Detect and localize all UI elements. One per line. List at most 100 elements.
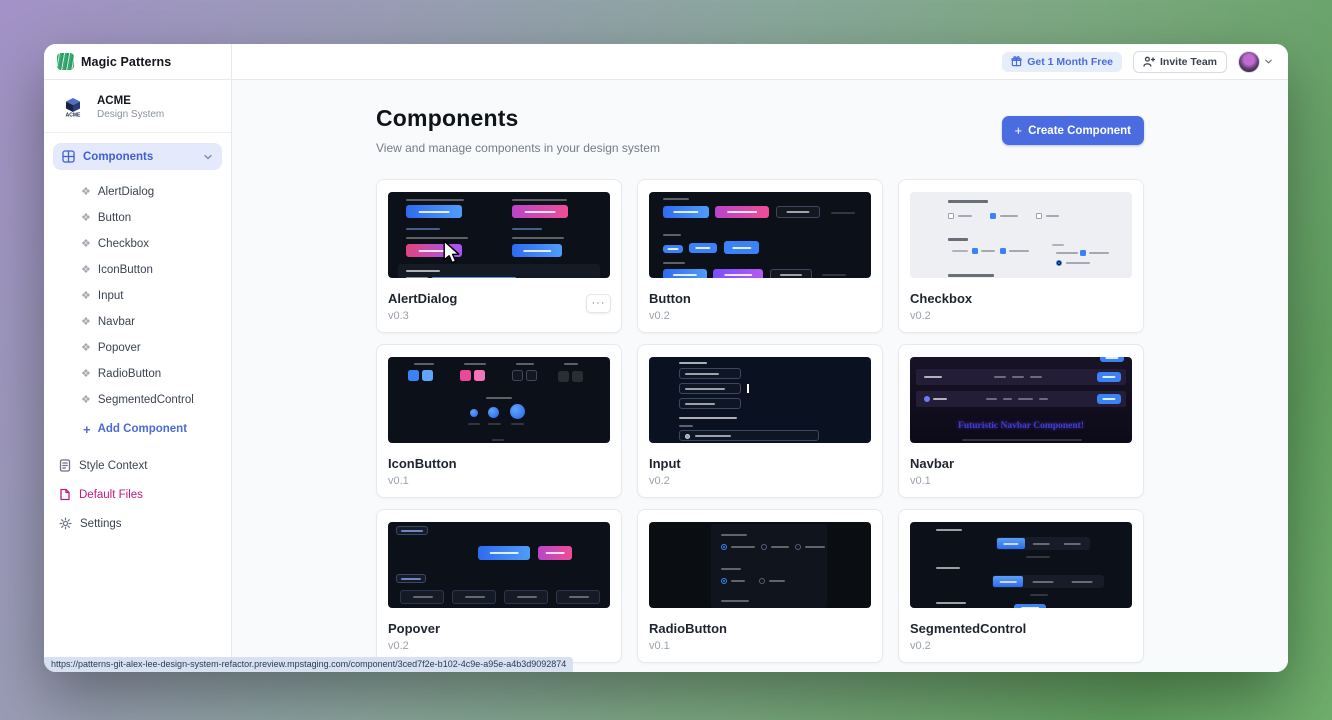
sidebar-item-label: Navbar bbox=[98, 316, 135, 328]
sidebar-item-radiobutton[interactable]: ❖ RadioButton bbox=[44, 361, 231, 387]
sidebar-section-components[interactable]: Components bbox=[53, 143, 222, 170]
sidebar-item-label: AlertDialog bbox=[98, 186, 154, 198]
sidebar-item-label: Input bbox=[98, 290, 124, 302]
card-version: v0.1 bbox=[649, 640, 871, 652]
sidebar-item-alertdialog[interactable]: ❖ AlertDialog bbox=[44, 179, 231, 205]
sidebar-item-label: IconButton bbox=[98, 264, 153, 276]
component-icon: ❖ bbox=[81, 239, 91, 250]
popover-thumbnail bbox=[388, 522, 610, 608]
page-title: Components bbox=[376, 105, 660, 132]
card-version: v0.2 bbox=[649, 475, 871, 487]
card-menu-button[interactable]: ··· bbox=[586, 294, 611, 313]
component-icon: ❖ bbox=[81, 395, 91, 406]
brand-area: Magic Patterns bbox=[44, 44, 232, 79]
card-iconbutton[interactable]: IconButton v0.1 bbox=[376, 344, 622, 498]
app-window: Magic Patterns Get 1 Month Free Invite T… bbox=[44, 44, 1288, 672]
plus-icon: + bbox=[83, 422, 91, 437]
top-bar: Magic Patterns Get 1 Month Free Invite T… bbox=[44, 44, 1288, 80]
workspace-subtitle: Design System bbox=[97, 109, 164, 120]
sidebar-item-label: Button bbox=[98, 212, 131, 224]
sidebar-item-style-context[interactable]: Style Context bbox=[44, 451, 231, 480]
create-component-label: Create Component bbox=[1028, 125, 1131, 137]
sidebar-item-iconbutton[interactable]: ❖ IconButton bbox=[44, 257, 231, 283]
sidebar-item-button[interactable]: ❖ Button bbox=[44, 205, 231, 231]
get-month-free-button[interactable]: Get 1 Month Free bbox=[1002, 52, 1122, 72]
card-button[interactable]: Button v0.2 bbox=[637, 179, 883, 333]
card-version: v0.1 bbox=[910, 475, 1132, 487]
sidebar: ACME ACME Design System Components bbox=[44, 80, 232, 672]
component-icon: ❖ bbox=[81, 213, 91, 224]
account-menu[interactable] bbox=[1238, 51, 1273, 73]
invite-team-label: Invite Team bbox=[1160, 56, 1217, 68]
card-radiobutton[interactable]: RadioButton v0.1 bbox=[637, 509, 883, 663]
sidebar-item-segmentedcontrol[interactable]: ❖ SegmentedControl bbox=[44, 387, 231, 413]
card-version: v0.2 bbox=[910, 310, 1132, 322]
component-grid: AlertDialog v0.3 ··· bbox=[376, 179, 1144, 663]
workspace-switcher[interactable]: ACME ACME Design System bbox=[44, 90, 231, 132]
gear-icon bbox=[59, 517, 72, 530]
svg-text:ACME: ACME bbox=[66, 113, 81, 118]
alertdialog-thumbnail bbox=[388, 192, 610, 278]
sidebar-item-input[interactable]: ❖ Input bbox=[44, 283, 231, 309]
card-alertdialog[interactable]: AlertDialog v0.3 ··· bbox=[376, 179, 622, 333]
card-name: Button bbox=[649, 291, 871, 306]
status-url-bar: https://patterns-git-alex-lee-design-sys… bbox=[44, 657, 573, 672]
sidebar-item-popover[interactable]: ❖Popover bbox=[44, 335, 231, 361]
navbar-thumb-caption: Futuristic Navbar Component! bbox=[910, 421, 1132, 431]
add-component-button[interactable]: + Add Component bbox=[44, 415, 231, 443]
brand-name: Magic Patterns bbox=[81, 55, 171, 69]
card-segmentedcontrol[interactable]: SegmentedControl v0.2 bbox=[898, 509, 1144, 663]
sidebar-item-label: Checkbox bbox=[98, 238, 149, 250]
component-icon: ❖ bbox=[81, 187, 91, 198]
card-name: IconButton bbox=[388, 456, 610, 471]
person-plus-icon bbox=[1143, 56, 1155, 67]
card-checkbox[interactable]: Checkbox v0.2 bbox=[898, 179, 1144, 333]
file-icon bbox=[59, 488, 71, 501]
checkbox-thumbnail bbox=[910, 192, 1132, 278]
sidebar-item-navbar[interactable]: ❖ Navbar bbox=[44, 309, 231, 335]
sidebar-item-label: Style Context bbox=[79, 460, 147, 472]
document-icon bbox=[59, 459, 71, 472]
avatar bbox=[1238, 51, 1260, 73]
sidebar-item-label: Settings bbox=[80, 518, 122, 530]
sidebar-divider bbox=[44, 132, 231, 133]
invite-team-button[interactable]: Invite Team bbox=[1133, 51, 1227, 73]
card-name: SegmentedControl bbox=[910, 621, 1132, 636]
gift-icon bbox=[1011, 56, 1022, 67]
chevron-down-icon bbox=[1264, 57, 1273, 66]
component-icon: ❖ bbox=[81, 265, 91, 276]
acme-logo: ACME bbox=[58, 92, 88, 122]
card-version: v0.2 bbox=[649, 310, 871, 322]
add-component-label: Add Component bbox=[98, 423, 187, 435]
component-icon: ❖ bbox=[81, 291, 91, 302]
sidebar-item-checkbox[interactable]: ❖ Checkbox bbox=[44, 231, 231, 257]
component-icon: ❖ bbox=[81, 317, 91, 328]
sidebar-item-label: Default Files bbox=[79, 489, 143, 501]
sidebar-item-label: SegmentedControl bbox=[98, 394, 194, 406]
button-thumbnail bbox=[649, 192, 871, 278]
card-name: Checkbox bbox=[910, 291, 1132, 306]
card-version: v0.2 bbox=[910, 640, 1132, 652]
sidebar-item-label: Popover bbox=[98, 342, 141, 354]
component-nav-list: ❖ AlertDialog ❖ Button ❖ Checkbox ❖ IconButt… bbox=[44, 179, 231, 443]
card-name: Popover bbox=[388, 621, 610, 636]
create-component-button[interactable]: + Create Component bbox=[1002, 116, 1144, 145]
card-popover[interactable]: Popover v0.2 bbox=[376, 509, 622, 663]
workspace-name: ACME bbox=[97, 95, 164, 107]
component-icon: ❖ bbox=[81, 369, 91, 380]
radiobutton-thumbnail bbox=[649, 522, 871, 608]
card-navbar[interactable]: Futuristic Navbar Component! Navbar v0.1 bbox=[898, 344, 1144, 498]
sidebar-item-default-files[interactable]: Default Files bbox=[44, 480, 231, 509]
card-name: AlertDialog bbox=[388, 291, 610, 306]
topbar-actions: Get 1 Month Free Invite Team bbox=[232, 44, 1288, 79]
grid-icon bbox=[62, 150, 75, 163]
sidebar-item-label: RadioButton bbox=[98, 368, 161, 380]
card-input[interactable]: Input v0.2 bbox=[637, 344, 883, 498]
sidebar-item-settings[interactable]: Settings bbox=[44, 509, 231, 538]
iconbutton-thumbnail bbox=[388, 357, 610, 443]
segmentedcontrol-thumbnail bbox=[910, 522, 1132, 608]
card-name: Input bbox=[649, 456, 871, 471]
chevron-down-icon[interactable] bbox=[203, 152, 213, 162]
get-month-free-label: Get 1 Month Free bbox=[1027, 56, 1113, 68]
card-name: RadioButton bbox=[649, 621, 871, 636]
